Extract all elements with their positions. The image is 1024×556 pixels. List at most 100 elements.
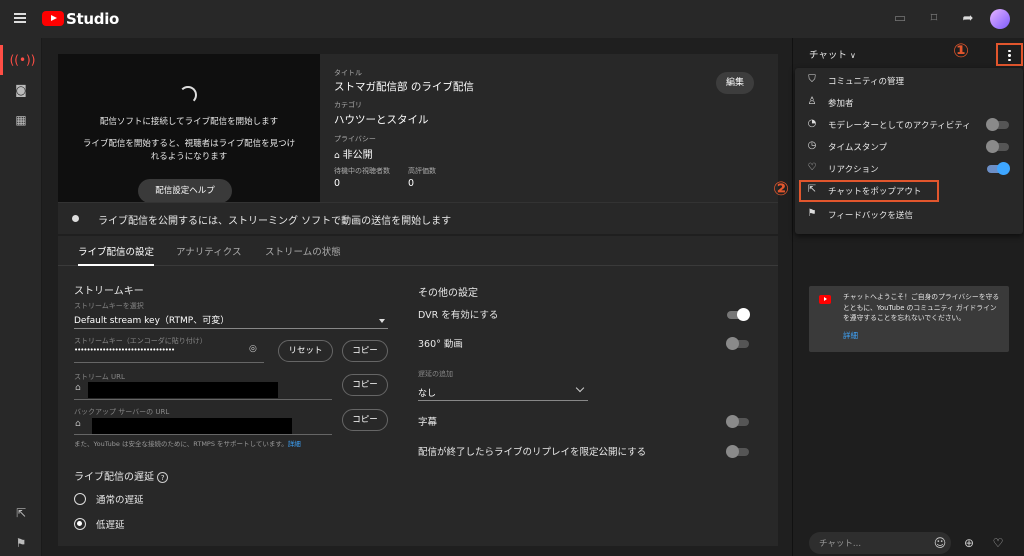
moderator-toggle[interactable] <box>986 118 1009 131</box>
youtube-logo-icon[interactable] <box>42 11 64 26</box>
title-label: タイトル <box>334 69 362 77</box>
other-settings-title: その他の設定 <box>418 288 478 299</box>
studio-logo-text[interactable]: Studio <box>66 10 119 28</box>
edit-button[interactable]: 編集 <box>716 72 754 94</box>
annotation-2: ② <box>773 178 790 200</box>
calendar-icon[interactable]: ▦ <box>0 105 42 135</box>
rtmps-details-link[interactable]: 詳細 <box>288 440 301 448</box>
share-icon[interactable]: ➦ <box>960 11 976 27</box>
chat-header: チャット ∨ ① <box>793 38 1024 68</box>
menu-item-reactions[interactable]: ♡ リアクション <box>795 158 1023 180</box>
preview-text-2: ライブ配信を開始すると、視聴者はライブ配信を見つけ <box>82 139 296 149</box>
delay-select[interactable]: なし <box>418 386 436 399</box>
latency-normal-radio[interactable] <box>74 493 86 505</box>
tab-stream-health[interactable]: ストリームの状態 <box>265 244 341 258</box>
stream-url-redacted[interactable] <box>88 382 278 398</box>
reactions-toggle[interactable] <box>987 162 1010 175</box>
chat-input-placeholder: チャット... <box>819 539 862 549</box>
popout-icon: ⇱ <box>807 184 817 195</box>
stream-title: ストマガ配信部 のライブ配信 <box>334 81 474 93</box>
avatar[interactable] <box>990 9 1010 29</box>
dvr-toggle[interactable] <box>727 308 750 321</box>
category-value: ハウツーとスタイル <box>334 114 429 126</box>
welcome-text: チャットへようこそ！ご自身のプライバシーを守るとともに、YouTube のコミュ… <box>843 293 1000 322</box>
key-underline <box>74 362 264 363</box>
preview-text-3: れるようになります <box>150 152 228 162</box>
tab-live-settings[interactable]: ライブ配信の設定 <box>78 244 154 258</box>
chat-options-menu: ⛉ コミュニティの管理 ♙ 参加者 ◔ モデレーターとしてのアクティビティ ◷ … <box>773 68 1023 234</box>
replay-toggle[interactable] <box>726 445 749 458</box>
clapperboard-icon[interactable]: ▭ <box>892 11 908 27</box>
stream-url-label: ストリーム URL <box>74 373 125 381</box>
settings-panel: ライブ配信の設定 アナリティクス ストリームの状態 ストリームキー ストリームキ… <box>58 236 778 546</box>
captions-label: 字幕 <box>418 417 438 428</box>
menu-item-community[interactable]: ⛉ コミュニティの管理 <box>795 70 1023 92</box>
copy-key-button[interactable]: コピー <box>342 340 388 362</box>
category-label: カテゴリ <box>334 101 362 109</box>
heart-icon[interactable]: ♡ <box>989 534 1007 552</box>
copy-backup-button[interactable]: コピー <box>342 409 388 431</box>
clock-icon: ◷ <box>807 140 817 151</box>
latency-low-radio[interactable] <box>74 518 86 530</box>
menu-item-moderator-activity[interactable]: ◔ モデレーターとしてのアクティビティ <box>795 114 1023 136</box>
dvr-label: DVR を有効にする <box>418 310 499 321</box>
video360-label: 360° 動画 <box>418 339 463 350</box>
dropdown-arrow-icon[interactable] <box>379 319 385 323</box>
stream-info-card: 配信ソフトに接続してライブ配信を開始します ライブ配信を開始すると、視聴者はライ… <box>58 54 778 203</box>
status-dot-icon <box>72 215 79 222</box>
select-underline <box>74 328 388 329</box>
backup-underline <box>74 434 332 435</box>
chevron-down-icon[interactable]: ∨ <box>850 51 856 60</box>
chevron-down-icon[interactable] <box>575 383 585 393</box>
timestamps-toggle[interactable] <box>986 140 1009 153</box>
external-link-icon[interactable]: ⇱ <box>0 498 42 528</box>
latency-title: ライブ配信の遅延 ? <box>74 468 169 483</box>
likes-value: 0 <box>408 178 415 189</box>
backup-url-label: バックアップ サーバーの URL <box>74 408 170 416</box>
help-icon[interactable]: ? <box>157 472 169 483</box>
menu-item-feedback[interactable]: ⚑ フィードバックを送信 <box>795 204 1023 226</box>
camera-icon[interactable]: ◙ <box>0 75 42 105</box>
person-icon: ♙ <box>807 96 817 107</box>
live-stream-icon[interactable]: ((•)) <box>0 45 42 75</box>
stream-key-field[interactable]: •••••••••••••••••••••••••••••••• <box>74 346 175 354</box>
chat-input[interactable]: チャット... <box>809 532 951 554</box>
viewers-value: 0 <box>334 178 341 189</box>
emoji-icon[interactable]: ☺ <box>931 534 949 552</box>
add-icon[interactable]: ⊕ <box>960 534 978 552</box>
top-bar: Studio ▭ ⌑ ➦ <box>0 0 1024 38</box>
copy-url-button[interactable]: コピー <box>342 374 388 396</box>
menu-item-timestamps[interactable]: ◷ タイムスタンプ <box>795 136 1023 158</box>
menu-icon[interactable] <box>14 13 26 23</box>
menu-item-popout-chat[interactable]: ⇱ チャットをポップアウト <box>799 180 939 202</box>
left-rail: ((•)) ◙ ▦ ⇱ ⚑ <box>0 38 42 556</box>
likes-label: 高評価数 <box>408 167 436 175</box>
url-underline <box>74 399 332 400</box>
stream-help-button[interactable]: 配信設定ヘルプ <box>138 179 232 203</box>
replay-label: 配信が終了したらライブのリプレイを限定公開にする <box>418 447 647 458</box>
shield-icon: ⛉ <box>808 74 816 85</box>
stream-key-select[interactable]: Default stream key（RTMP、可変） <box>74 313 229 326</box>
video360-toggle[interactable] <box>726 337 749 350</box>
captions-toggle[interactable] <box>726 415 749 428</box>
lock-icon: ⌂ <box>334 151 343 161</box>
feedback-icon[interactable]: ⚑ <box>0 528 42 556</box>
welcome-details-link[interactable]: 詳細 <box>843 330 858 341</box>
stream-key-label: ストリームキー（エンコーダに貼り付け） <box>74 337 207 345</box>
menu-item-participants[interactable]: ♙ 参加者 <box>795 92 1023 114</box>
latency-normal-label[interactable]: 通常の遅延 <box>96 492 144 506</box>
more-options-button[interactable] <box>996 43 1023 66</box>
latency-low-label[interactable]: 低遅延 <box>96 517 125 531</box>
eye-off-icon[interactable]: ◎ <box>249 344 257 354</box>
privacy-value: ⌂ 非公開 <box>334 150 373 161</box>
stream-key-select-label: ストリームキーを選択 <box>74 302 144 310</box>
stream-preview: 配信ソフトに接続してライブ配信を開始します ライブ配信を開始すると、視聴者はライ… <box>58 54 320 203</box>
reset-button[interactable]: リセット <box>278 340 333 362</box>
bookmark-icon[interactable]: ⌑ <box>926 11 942 27</box>
status-row: ライブ配信を公開するには、ストリーミング ソフトで動画の送信を開始します <box>58 202 778 234</box>
tab-analytics[interactable]: アナリティクス <box>176 244 241 258</box>
stream-key-title: ストリームキー <box>74 286 144 297</box>
chat-title[interactable]: チャット ∨ <box>809 47 856 61</box>
backup-url-redacted[interactable] <box>92 418 292 434</box>
feedback-icon: ⚑ <box>807 208 817 219</box>
